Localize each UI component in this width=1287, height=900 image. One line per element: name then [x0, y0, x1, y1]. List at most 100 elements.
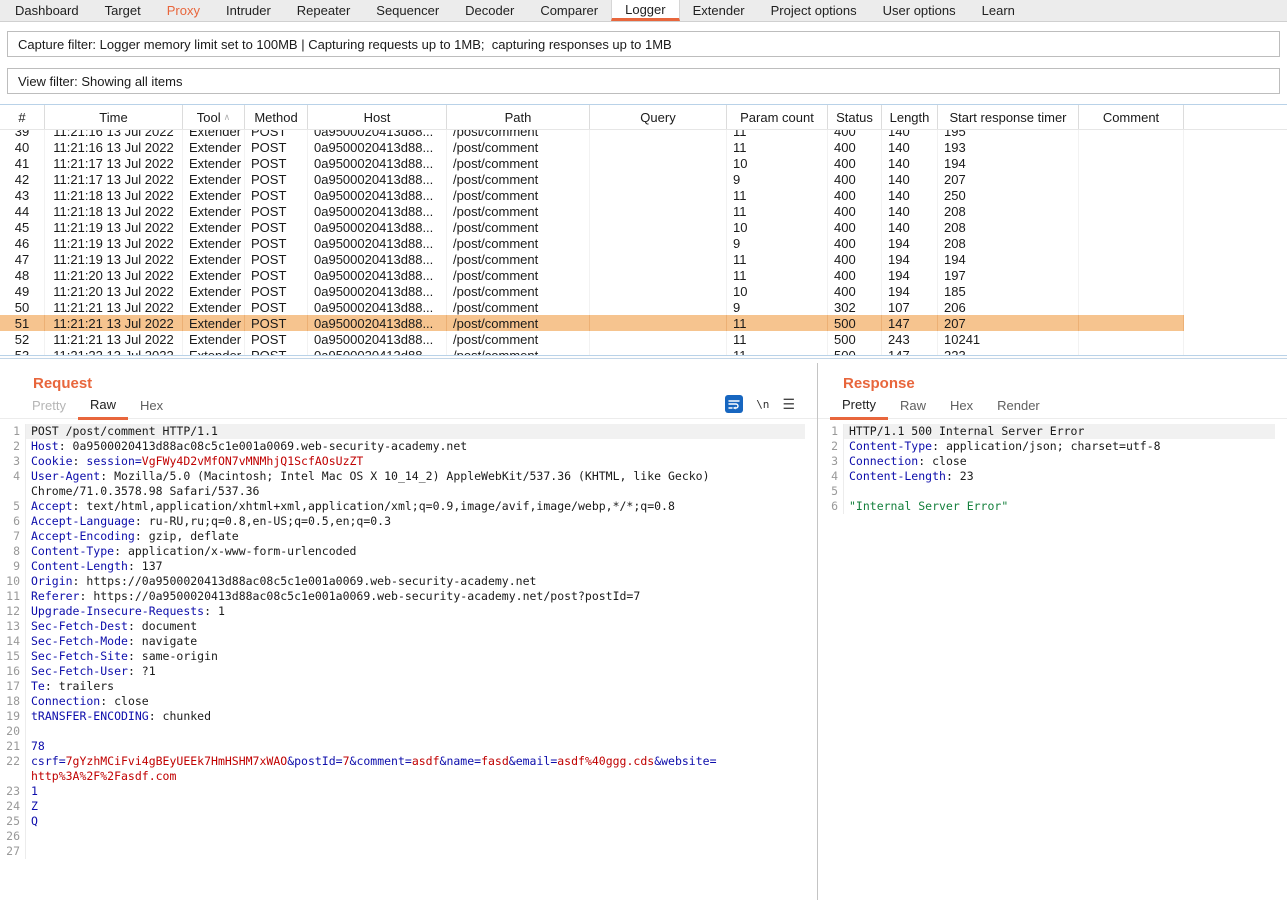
- log-row-53[interactable]: 5311:21:22 13 Jul 2022ExtenderPOST0a9500…: [0, 347, 1287, 355]
- column-header-length[interactable]: Length: [882, 105, 938, 129]
- menu-tab-dashboard[interactable]: Dashboard: [2, 0, 92, 21]
- request-line: 5Accept: text/html,application/xhtml+xml…: [0, 499, 817, 514]
- request-line-text: Referer: https://0a9500020413d88ac08c5c1…: [26, 589, 805, 604]
- menu-tab-learn[interactable]: Learn: [969, 0, 1028, 21]
- request-title: Request: [0, 363, 817, 392]
- log-row-50[interactable]: 5011:21:21 13 Jul 2022ExtenderPOST0a9500…: [0, 299, 1287, 315]
- response-editor[interactable]: 1HTTP/1.1 500 Internal Server Error2Cont…: [818, 419, 1287, 900]
- request-editor[interactable]: 1POST /post/comment HTTP/1.12Host: 0a950…: [0, 419, 817, 900]
- cell-method: POST: [245, 139, 308, 155]
- wrap-text-icon[interactable]: [725, 395, 743, 413]
- log-row-49[interactable]: 4911:21:20 13 Jul 2022ExtenderPOST0a9500…: [0, 283, 1287, 299]
- log-row-47[interactable]: 4711:21:19 13 Jul 2022ExtenderPOST0a9500…: [0, 251, 1287, 267]
- request-line-text: [26, 829, 805, 844]
- line-number: 8: [0, 544, 26, 559]
- cell-param-count: 10: [727, 155, 828, 171]
- log-row-39[interactable]: 3911:21:16 13 Jul 2022ExtenderPOST0a9500…: [0, 129, 1287, 139]
- menu-tab-project-options[interactable]: Project options: [758, 0, 870, 21]
- log-row-46[interactable]: 4611:21:19 13 Jul 2022ExtenderPOST0a9500…: [0, 235, 1287, 251]
- cell-param-count: 9: [727, 235, 828, 251]
- editor-menu-icon[interactable]: ☰: [782, 398, 795, 410]
- logger-table-body[interactable]: 3911:21:16 13 Jul 2022ExtenderPOST0a9500…: [0, 129, 1287, 355]
- request-line: 15Sec-Fetch-Site: same-origin: [0, 649, 817, 664]
- log-row-48[interactable]: 4811:21:20 13 Jul 2022ExtenderPOST0a9500…: [0, 267, 1287, 283]
- cell-host: 0a9500020413d88...: [308, 155, 447, 171]
- response-tab-render[interactable]: Render: [985, 398, 1052, 418]
- request-line-text: Sec-Fetch-Site: same-origin: [26, 649, 805, 664]
- column-header-comment[interactable]: Comment: [1079, 105, 1184, 129]
- line-number: [0, 484, 26, 499]
- cell-comment: [1079, 235, 1184, 251]
- response-tab-raw[interactable]: Raw: [888, 398, 938, 418]
- log-row-40[interactable]: 4011:21:16 13 Jul 2022ExtenderPOST0a9500…: [0, 139, 1287, 155]
- column-header-query[interactable]: Query: [590, 105, 727, 129]
- newline-icon[interactable]: \n: [756, 398, 769, 411]
- response-editor-tabs: PrettyRawHexRender: [818, 392, 1287, 419]
- request-tab-hex[interactable]: Hex: [128, 398, 175, 418]
- cell-comment: [1079, 267, 1184, 283]
- request-line-text: Te: trailers: [26, 679, 805, 694]
- request-line-text: tRANSFER-ENCODING: chunked: [26, 709, 805, 724]
- cell-comment: [1079, 171, 1184, 187]
- line-number: 22: [0, 754, 26, 769]
- cell-method: POST: [245, 299, 308, 315]
- cell-comment: [1079, 299, 1184, 315]
- column-header-start-response-timer[interactable]: Start response timer: [938, 105, 1079, 129]
- capture-filter-bar[interactable]: Capture filter: Logger memory limit set …: [7, 31, 1280, 57]
- cell-comment: [1079, 283, 1184, 299]
- column-header-param-count[interactable]: Param count: [727, 105, 828, 129]
- column-header-path[interactable]: Path: [447, 105, 590, 129]
- request-line: 18Connection: close: [0, 694, 817, 709]
- log-row-43[interactable]: 4311:21:18 13 Jul 2022ExtenderPOST0a9500…: [0, 187, 1287, 203]
- request-line: 26: [0, 829, 817, 844]
- line-number: 13: [0, 619, 26, 634]
- request-line-text: Chrome/71.0.3578.98 Safari/537.36: [26, 484, 805, 499]
- log-row-51[interactable]: 5111:21:21 13 Jul 2022ExtenderPOST0a9500…: [0, 315, 1287, 331]
- cell-comment: [1079, 331, 1184, 347]
- cell-start-response-timer: 207: [938, 171, 1079, 187]
- cell-comment: [1079, 155, 1184, 171]
- request-tab-pretty[interactable]: Pretty: [20, 398, 78, 418]
- request-line-text: Cookie: session=VgFWy4D2vMfON7vMNMhjQ1Sc…: [26, 454, 805, 469]
- log-row-41[interactable]: 4111:21:17 13 Jul 2022ExtenderPOST0a9500…: [0, 155, 1287, 171]
- menu-tab-extender[interactable]: Extender: [680, 0, 758, 21]
- column-header-tool[interactable]: Tool∧: [183, 105, 245, 129]
- request-line-text: User-Agent: Mozilla/5.0 (Macintosh; Inte…: [26, 469, 805, 484]
- menu-tab-logger[interactable]: Logger: [611, 0, 679, 21]
- menu-tab-proxy[interactable]: Proxy: [154, 0, 213, 21]
- log-row-44[interactable]: 4411:21:18 13 Jul 2022ExtenderPOST0a9500…: [0, 203, 1287, 219]
- cell-length: 194: [882, 267, 938, 283]
- cell-status: 400: [828, 219, 882, 235]
- menu-tab-target[interactable]: Target: [92, 0, 154, 21]
- cell-query: [590, 219, 727, 235]
- menu-tab-comparer[interactable]: Comparer: [527, 0, 611, 21]
- column-header-time[interactable]: Time: [45, 105, 183, 129]
- cell-filler: [1184, 315, 1287, 331]
- cell-host: 0a9500020413d88...: [308, 331, 447, 347]
- request-tab-raw[interactable]: Raw: [78, 397, 128, 420]
- log-row-45[interactable]: 4511:21:19 13 Jul 2022ExtenderPOST0a9500…: [0, 219, 1287, 235]
- cell-time: 11:21:18 13 Jul 2022: [45, 203, 183, 219]
- column-header-method[interactable]: Method: [245, 105, 308, 129]
- log-row-42[interactable]: 4211:21:17 13 Jul 2022ExtenderPOST0a9500…: [0, 171, 1287, 187]
- line-number: 26: [0, 829, 26, 844]
- column-header-host[interactable]: Host: [308, 105, 447, 129]
- request-line-text: Accept-Encoding: gzip, deflate: [26, 529, 805, 544]
- cell-query: [590, 267, 727, 283]
- menu-tab-user-options[interactable]: User options: [870, 0, 969, 21]
- view-filter-bar[interactable]: View filter: Showing all items: [7, 68, 1280, 94]
- log-row-52[interactable]: 5211:21:21 13 Jul 2022ExtenderPOST0a9500…: [0, 331, 1287, 347]
- column-header-status[interactable]: Status: [828, 105, 882, 129]
- menu-tab-decoder[interactable]: Decoder: [452, 0, 527, 21]
- response-tab-pretty[interactable]: Pretty: [830, 397, 888, 420]
- menu-tab-intruder[interactable]: Intruder: [213, 0, 284, 21]
- line-number: 14: [0, 634, 26, 649]
- menu-tab-repeater[interactable]: Repeater: [284, 0, 363, 21]
- cell-path: /post/comment: [447, 219, 590, 235]
- menu-tab-sequencer[interactable]: Sequencer: [363, 0, 452, 21]
- cell-length: 147: [882, 315, 938, 331]
- cell-time: 11:21:21 13 Jul 2022: [45, 299, 183, 315]
- horizontal-splitter[interactable]: [0, 355, 1287, 363]
- column-header--[interactable]: #: [0, 105, 45, 129]
- response-tab-hex[interactable]: Hex: [938, 398, 985, 418]
